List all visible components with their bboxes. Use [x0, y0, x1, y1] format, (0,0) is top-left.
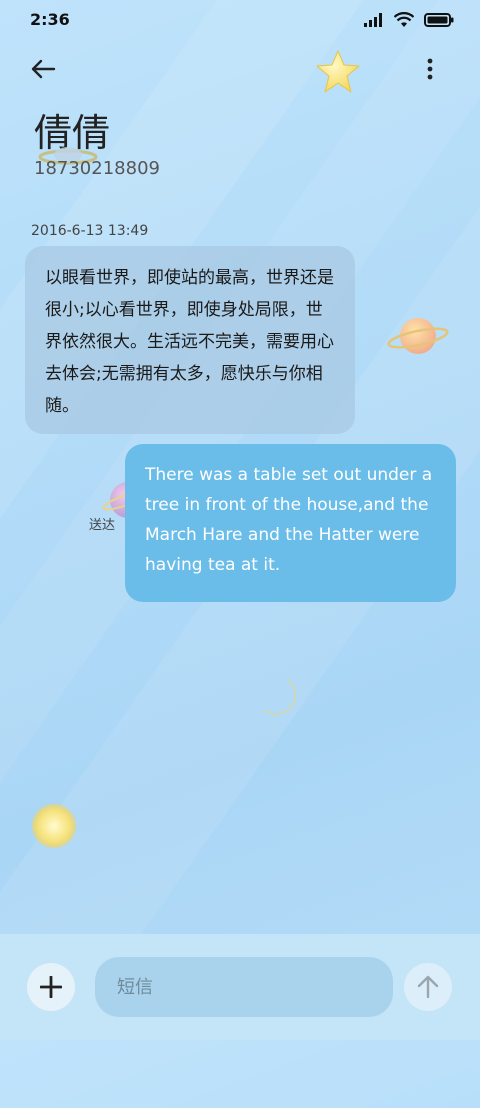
status-icons [364, 12, 454, 28]
more-options-button[interactable] [416, 52, 444, 86]
outgoing-message-bubble[interactable]: There was a table set out under a tree i… [125, 444, 456, 602]
send-button[interactable] [404, 963, 452, 1011]
message-timestamp: 2016-6-13 13:49 [31, 223, 149, 239]
delivery-status: 送达 [89, 518, 116, 533]
signal-icon [364, 13, 382, 27]
status-time: 2:36 [30, 10, 70, 29]
status-bar: 2:36 [0, 0, 480, 40]
contact-number: 18730218809 [34, 158, 160, 179]
incoming-message-bubble[interactable]: 以眼看世界，即使站的最高，世界还是很小;以心看世界，即使身处局限，世界依然很大。… [25, 246, 355, 434]
add-attachment-button[interactable] [27, 963, 75, 1011]
sun-icon [32, 804, 76, 848]
battery-icon [424, 13, 454, 27]
toolbar [0, 44, 480, 94]
wifi-icon [394, 12, 414, 27]
arrow-up-icon [417, 975, 439, 999]
back-arrow-icon [31, 59, 56, 79]
more-vert-icon [427, 58, 433, 80]
moon-icon [263, 679, 296, 715]
incoming-message-text: 以眼看世界，即使站的最高，世界还是很小;以心看世界，即使身处局限，世界依然很大。… [45, 268, 334, 416]
message-input[interactable] [95, 957, 393, 1017]
outgoing-message-text: There was a table set out under a tree i… [145, 465, 433, 575]
plus-icon [40, 976, 62, 998]
star-icon [316, 50, 360, 93]
back-button[interactable] [30, 52, 70, 86]
planet-icon [387, 318, 449, 354]
